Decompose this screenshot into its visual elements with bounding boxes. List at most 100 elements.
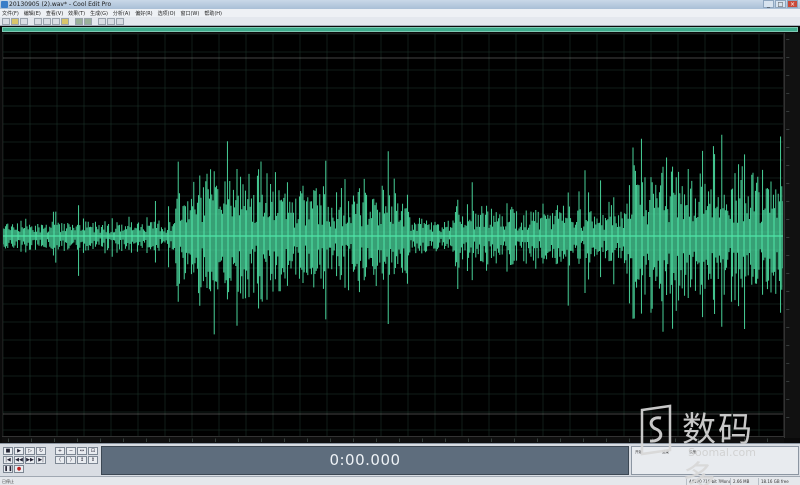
soomal-logo-icon — [640, 404, 672, 456]
scale-tick: — — [786, 271, 790, 275]
mix-paste-icon[interactable] — [61, 17, 69, 25]
waveform-overview-bar[interactable] — [2, 27, 798, 32]
zoom-in-h-button[interactable]: + — [55, 447, 65, 455]
watermark-brand-en: Soomal.com — [688, 446, 756, 459]
time-tick: | — [491, 438, 493, 442]
menu-analyze[interactable]: 分析(A) — [113, 10, 130, 17]
time-tick: | — [192, 438, 194, 442]
transport-buttons: ■ ▶ ▷ ↻ |◀ ◀◀ ▶▶ ▶| ❚❚ ● — [3, 447, 46, 473]
save-icon[interactable] — [20, 17, 28, 25]
minimize-button[interactable]: _ — [763, 0, 774, 8]
record-button[interactable]: ● — [14, 465, 24, 473]
scale-tick: — — [786, 91, 790, 95]
menu-help[interactable]: 帮助(H) — [204, 10, 222, 17]
scale-tick: — — [786, 73, 790, 77]
scale-tick: — — [786, 127, 790, 131]
time-tick: | — [307, 438, 309, 442]
fast-forward-button[interactable]: ▶▶ — [25, 456, 35, 464]
app-icon — [1, 1, 8, 8]
scale-tick: — — [786, 163, 790, 167]
zoom-right-button[interactable]: ⟩ — [66, 456, 76, 464]
pause-button[interactable]: ❚❚ — [3, 465, 13, 473]
menu-favorites[interactable]: 偏好(R) — [135, 10, 152, 17]
time-tick: | — [514, 438, 516, 442]
window-title: 20130905 (2).wav* - Cool Edit Pro — [9, 1, 112, 8]
time-tick: | — [422, 438, 424, 442]
time-tick: | — [537, 438, 539, 442]
undo-icon[interactable] — [75, 17, 83, 25]
time-tick: | — [77, 438, 79, 442]
menu-generate[interactable]: 生成(G) — [90, 10, 108, 17]
copy-icon[interactable] — [43, 17, 51, 25]
time-tick: | — [376, 438, 378, 442]
zoom-icon[interactable] — [107, 17, 115, 25]
scale-tick: — — [786, 37, 790, 41]
time-tick: | — [606, 438, 608, 442]
scale-tick: — — [786, 361, 790, 365]
window-titlebar: 20130905 (2).wav* - Cool Edit Pro _ □ × — [0, 0, 800, 9]
settings-icon[interactable] — [116, 17, 124, 25]
amplitude-scale: — — — — — — — — — — — — — — — — — — — — — — — [784, 33, 800, 438]
zoom-out-v-button[interactable]: ⇕ — [88, 456, 98, 464]
cut-icon[interactable] — [34, 17, 42, 25]
time-tick: | — [123, 438, 125, 442]
time-tick: | — [8, 438, 10, 442]
scale-tick: — — [786, 343, 790, 347]
toolbar — [0, 17, 800, 26]
status-state: 已停止 — [2, 479, 14, 484]
play-button[interactable]: ▶ — [14, 447, 24, 455]
time-tick: | — [215, 438, 217, 442]
time-tick: | — [238, 438, 240, 442]
scale-tick: — — [786, 181, 790, 185]
menu-view[interactable]: 查看(V) — [46, 10, 63, 17]
loop-button[interactable]: ↻ — [36, 447, 46, 455]
menu-edit[interactable]: 编辑(E) — [24, 10, 41, 17]
zoom-selection-button[interactable]: ⊡ — [88, 447, 98, 455]
scale-tick: — — [786, 397, 790, 401]
time-tick: | — [261, 438, 263, 442]
status-bar: 已停止 44100 ?16-bit ?Mono 2.66 MB 18.16 GB… — [0, 476, 800, 485]
close-button[interactable]: × — [787, 0, 798, 8]
zoom-buttons: + − ↔ ⊡ ⟨ ⟩ ↕ ⇕ — [55, 447, 98, 464]
play-to-end-button[interactable]: ▷ — [25, 447, 35, 455]
time-tick: | — [560, 438, 562, 442]
time-tick: | — [31, 438, 33, 442]
zoom-full-button[interactable]: ↔ — [77, 447, 87, 455]
paste-icon[interactable] — [52, 17, 60, 25]
go-end-button[interactable]: ▶| — [36, 456, 46, 464]
rewind-button[interactable]: ◀◀ — [14, 456, 24, 464]
zoom-out-h-button[interactable]: − — [66, 447, 76, 455]
open-file-icon[interactable] — [11, 17, 19, 25]
zoom-in-v-button[interactable]: ↕ — [77, 456, 87, 464]
scale-tick: — — [786, 307, 790, 311]
time-tick: | — [100, 438, 102, 442]
stop-button[interactable]: ■ — [3, 447, 13, 455]
zoom-left-button[interactable]: ⟨ — [55, 456, 65, 464]
scale-tick: — — [786, 235, 790, 239]
time-tick: | — [284, 438, 286, 442]
scale-tick: — — [786, 289, 790, 293]
scale-tick: — — [786, 145, 790, 149]
menu-file[interactable]: 文件(F) — [2, 10, 19, 17]
time-tick: | — [468, 438, 470, 442]
time-tick: | — [353, 438, 355, 442]
time-tick: | — [54, 438, 56, 442]
waveform-path — [3, 134, 783, 335]
scale-tick: — — [786, 217, 790, 221]
waveform-display[interactable] — [2, 33, 784, 438]
time-tick: | — [583, 438, 585, 442]
menu-options[interactable]: 选项(O) — [158, 10, 176, 17]
menu-window[interactable]: 窗口(W) — [180, 10, 199, 17]
time-display-value: 0:00.000 — [329, 451, 401, 469]
crop-icon[interactable] — [98, 17, 106, 25]
overview-selection[interactable] — [3, 28, 797, 31]
soomal-watermark: 数码多 Soomal.com — [636, 400, 786, 485]
menu-bar: 文件(F) 编辑(E) 查看(V) 效果(T) 生成(G) 分析(A) 偏好(R… — [0, 9, 800, 17]
new-file-icon[interactable] — [2, 17, 10, 25]
maximize-button[interactable]: □ — [775, 0, 786, 8]
scale-tick: — — [786, 415, 790, 419]
time-tick: | — [445, 438, 447, 442]
menu-effects[interactable]: 效果(T) — [68, 10, 85, 17]
redo-icon[interactable] — [84, 17, 92, 25]
go-start-button[interactable]: |◀ — [3, 456, 13, 464]
